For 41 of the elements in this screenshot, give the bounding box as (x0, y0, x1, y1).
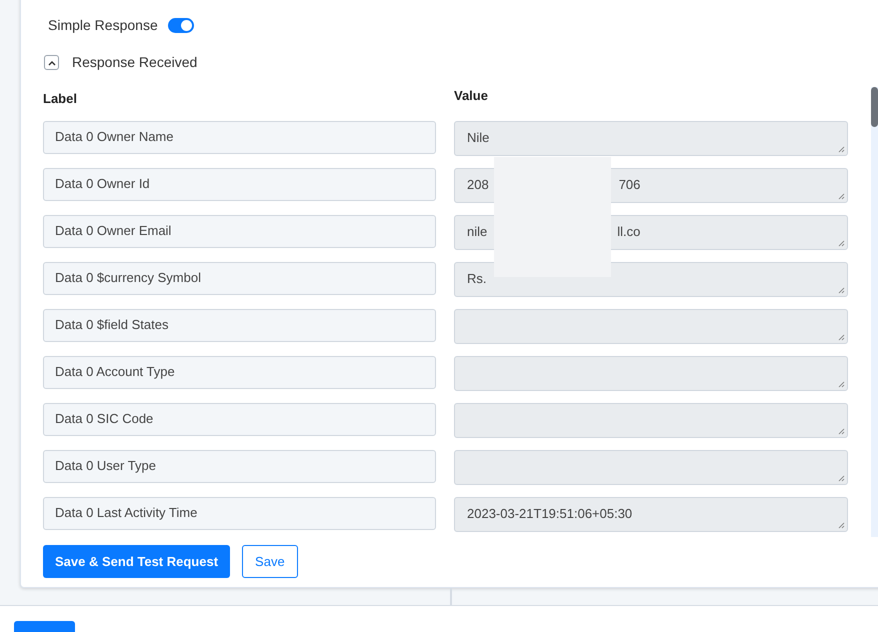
value-textarea[interactable]: 2023-03-21T19:51:06+05:30 (454, 496, 848, 532)
resize-grip-icon (838, 474, 845, 482)
scrollbar[interactable] (871, 87, 878, 537)
resize-grip-icon (838, 240, 845, 246)
resize-grip-icon (838, 428, 845, 434)
value-text: 706 (618, 176, 640, 194)
label-field[interactable]: Data 0 Owner Email (43, 214, 436, 248)
value-textarea[interactable] (454, 450, 848, 484)
label-field[interactable]: Data 0 SIC Code (43, 402, 436, 436)
value-textarea[interactable] (454, 308, 848, 344)
value-text: 2023-03-21T19:51:06+05:30 (467, 505, 632, 524)
chevron-icon (48, 60, 56, 66)
toggle-switch[interactable] (168, 18, 194, 33)
value-textarea[interactable]: Nile (454, 120, 848, 156)
resize-grip-icon (838, 192, 845, 200)
save-button[interactable]: Save (242, 545, 298, 578)
label-field[interactable]: Data 0 $field States (43, 308, 436, 342)
column-header: Label (43, 90, 78, 108)
value-textarea[interactable] (454, 402, 848, 438)
resize-grip-icon (838, 334, 845, 340)
value-text: Rs. (467, 270, 486, 288)
value-text: ll.co (617, 223, 640, 242)
label-field[interactable]: Data 0 Owner Id (43, 168, 436, 200)
value-text: Nile (467, 129, 490, 148)
toggle-label: Simple Response (48, 16, 158, 35)
resize-grip-icon (838, 522, 845, 528)
column-header: Value (454, 89, 489, 105)
value-text: nile (467, 223, 488, 242)
label-field[interactable]: Data 0 User Type (43, 450, 436, 482)
label-field[interactable]: Data 0 Account Type (43, 356, 436, 388)
label-field[interactable]: Data 0 $currency Symbol (43, 262, 436, 294)
send-test-request-button[interactable]: Save & Send Test Request (43, 545, 230, 578)
section-title: Response Received (72, 53, 198, 72)
resize-grip-icon (838, 380, 845, 388)
label-field[interactable]: Data 0 Owner Name (43, 120, 436, 154)
resize-grip-icon (838, 146, 845, 152)
collapse-toggle[interactable] (44, 55, 59, 70)
value-textarea[interactable] (454, 356, 848, 390)
value-text: 208 (467, 176, 489, 194)
label-field[interactable]: Data 0 Last Activity Time (43, 496, 436, 530)
resize-grip-icon (838, 286, 845, 294)
